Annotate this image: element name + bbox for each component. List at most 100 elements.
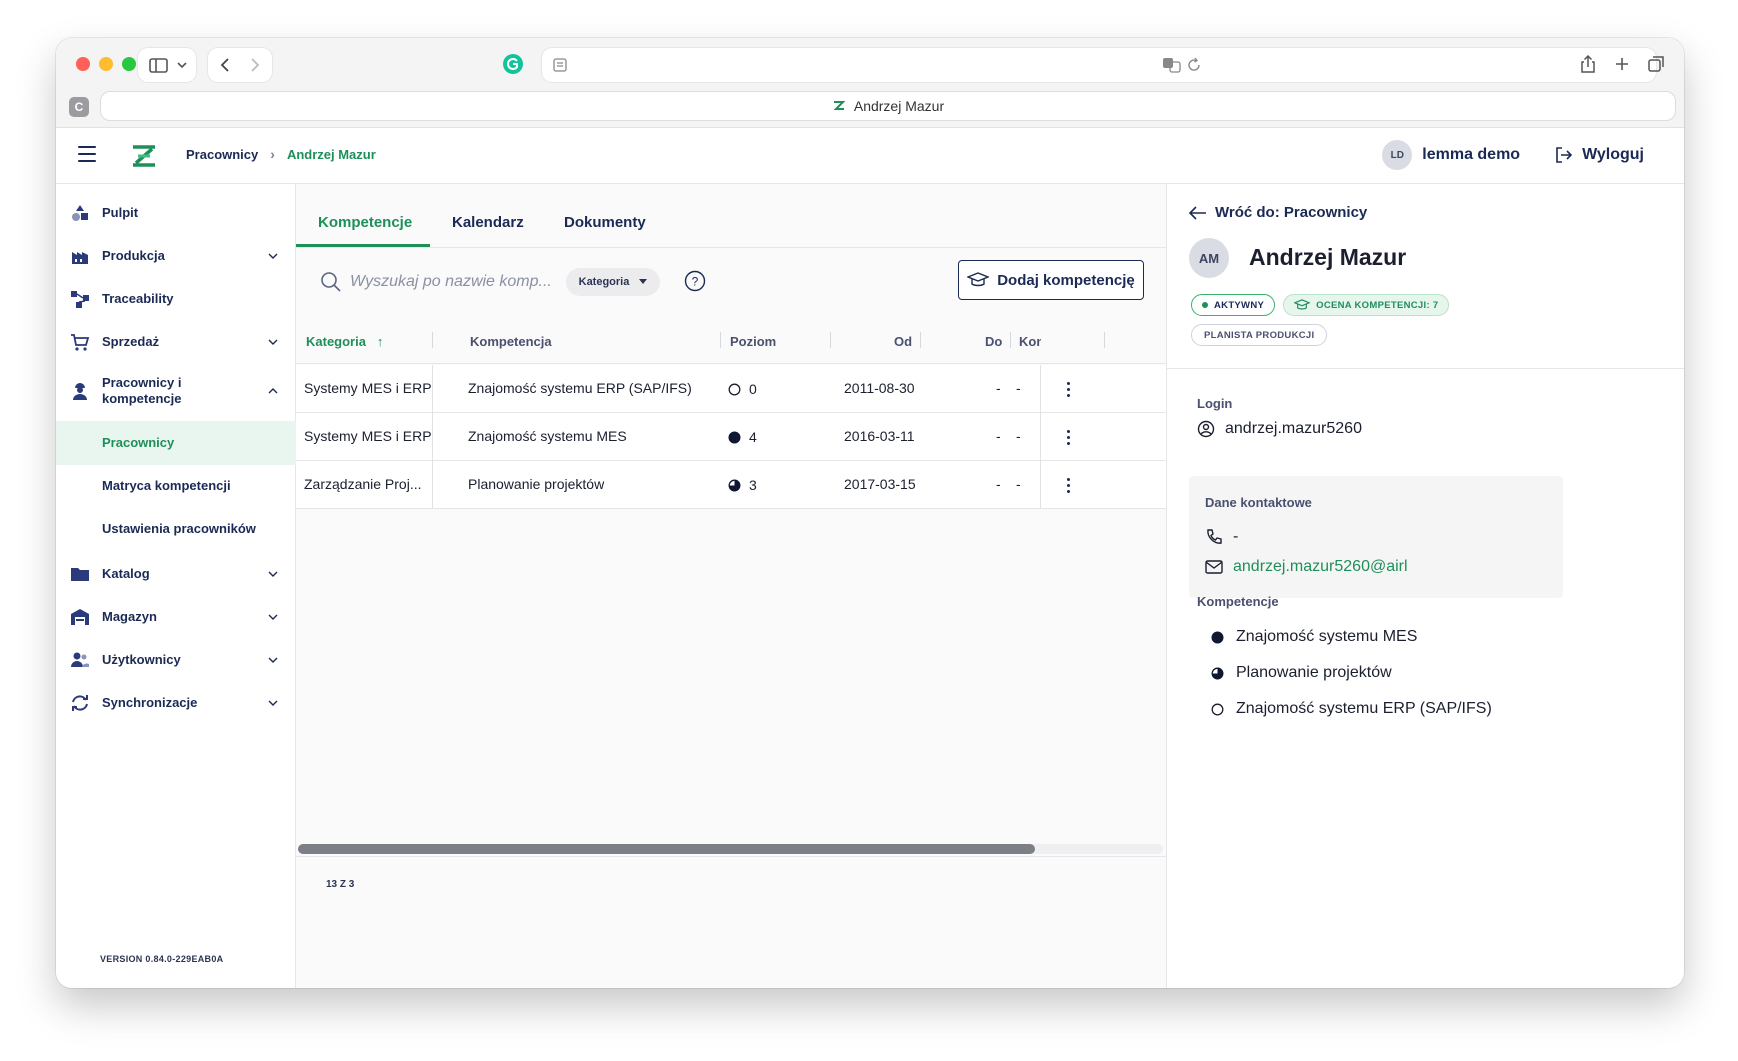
column-header-do[interactable]: Do	[985, 334, 1002, 349]
tab-kompetencje[interactable]: Kompetencje	[318, 214, 412, 243]
column-divider	[1040, 461, 1041, 509]
share-icon[interactable]	[1576, 48, 1600, 80]
search-input[interactable]	[350, 273, 550, 291]
translate-icon[interactable]	[1162, 56, 1182, 74]
competence-item: Znajomość systemu ERP (SAP/IFS)	[1211, 700, 1492, 718]
add-competence-button[interactable]: Dodaj kompetencję	[958, 260, 1144, 300]
column-header-kompetencja[interactable]: Kompetencja	[470, 334, 552, 349]
employee-badges: AKTYWNY OCENA KOMPETENCJI: 7	[1191, 294, 1450, 316]
tab-dokumenty[interactable]: Dokumenty	[564, 214, 646, 243]
scrollbar-thumb[interactable]	[298, 844, 1035, 854]
column-header-od[interactable]: Od	[894, 334, 912, 349]
app-logo[interactable]	[130, 142, 158, 170]
sidebar-subitem-pracownicy[interactable]: Pracownicy	[56, 421, 296, 465]
column-divider[interactable]	[830, 332, 831, 348]
sidebar-item-sprzedaz[interactable]: Sprzedaż	[56, 322, 296, 362]
page-tab-title: Andrzej Mazur	[853, 98, 945, 114]
sidebar-item-traceability[interactable]: Traceability	[56, 279, 296, 319]
level-full-icon	[728, 431, 741, 443]
back-arrow-icon[interactable]	[220, 58, 229, 72]
graduation-cap-icon	[1294, 299, 1311, 310]
svg-text:?: ?	[692, 275, 699, 289]
main-content: Kompetencje Kalendarz Dokumenty Kategori…	[296, 184, 1167, 988]
app-header: Pracownicy › Andrzej Mazur LD lemma demo…	[56, 128, 1684, 184]
column-header-kon[interactable]: Kon	[1019, 334, 1041, 349]
new-tab-plus-icon[interactable]	[1610, 48, 1634, 80]
logout-icon	[1556, 147, 1573, 163]
email-link[interactable]: andrzej.mazur5260@airl	[1233, 558, 1415, 576]
user-avatar[interactable]: LD	[1382, 140, 1413, 170]
menu-icon[interactable]	[78, 146, 96, 162]
forward-arrow-icon[interactable]	[251, 58, 260, 72]
sidebar-item-katalog[interactable]: Katalog	[56, 554, 296, 594]
sidebar-item-produkcja[interactable]: Produkcja	[56, 236, 296, 276]
reader-icon[interactable]	[552, 57, 568, 73]
competence-item: Planowanie projektów	[1211, 664, 1392, 682]
chevron-down-icon	[268, 657, 278, 663]
tab-bar: Kompetencje Kalendarz Dokumenty	[296, 184, 1166, 248]
tab-overview-icon[interactable]	[1644, 48, 1668, 80]
column-divider[interactable]	[720, 332, 721, 348]
back-link[interactable]: Wróć do: Pracownicy	[1189, 204, 1367, 221]
contact-label: Dane kontaktowe	[1205, 495, 1312, 510]
cell-kon: -	[1016, 428, 1021, 444]
cell-kategoria: Systemy MES i ERP	[304, 428, 432, 444]
phone-row: -	[1205, 528, 1238, 546]
chevron-down-icon	[268, 614, 278, 620]
category-filter-dropdown[interactable]: Kategoria	[566, 268, 660, 296]
cell-kon: -	[1016, 380, 1021, 396]
row-actions-kebab-icon[interactable]	[1058, 379, 1078, 399]
grammarly-extension-icon[interactable]	[500, 48, 526, 80]
maximize-window-button[interactable]	[122, 57, 136, 71]
logout-button[interactable]: Wyloguj	[1554, 146, 1644, 164]
logout-label: Wyloguj	[1582, 146, 1644, 163]
phone-value: -	[1233, 528, 1239, 545]
column-divider[interactable]	[1010, 332, 1011, 348]
column-header-kategoria[interactable]: Kategoria ↑	[306, 334, 383, 349]
row-actions-kebab-icon[interactable]	[1058, 475, 1078, 495]
window-controls	[76, 57, 136, 71]
table-row[interactable]: Systemy MES i ERP Znajomość systemu MES …	[296, 413, 1166, 461]
breadcrumb-current: Andrzej Mazur	[286, 146, 376, 162]
network-icon	[71, 291, 89, 308]
table-row[interactable]: Zarządzanie Proj... Planowanie projektów…	[296, 461, 1166, 509]
sidebar-item-uzytkownicy[interactable]: Użytkownicy	[56, 640, 296, 680]
row-actions-kebab-icon[interactable]	[1058, 427, 1078, 447]
column-divider[interactable]	[920, 332, 921, 348]
sort-ascending-icon: ↑	[376, 334, 384, 349]
role-badge: PLANISTA PRODUKCJI	[1191, 324, 1328, 346]
cell-poziom: 3	[728, 477, 757, 493]
sidebar: Pulpit Produkcja Traceability Sprzedaż P…	[56, 184, 296, 988]
reload-icon[interactable]	[1186, 57, 1202, 73]
column-divider	[432, 461, 433, 509]
column-divider	[432, 365, 433, 413]
user-name[interactable]: lemma demo	[1422, 146, 1520, 164]
shapes-icon	[72, 205, 88, 221]
sidebar-subitem-ustawienia[interactable]: Ustawienia pracowników	[56, 507, 296, 551]
address-bar[interactable]: Andrzej Mazur	[100, 91, 1676, 121]
close-window-button[interactable]	[76, 57, 90, 71]
level-empty-icon	[1211, 703, 1224, 715]
horizontal-scrollbar[interactable]	[298, 844, 1163, 854]
sidebar-item-pulpit[interactable]: Pulpit	[56, 193, 296, 233]
sidebar-item-synchronizacje[interactable]: Synchronizacje	[56, 683, 296, 723]
sidebar-toggle-button[interactable]	[138, 48, 196, 82]
table-row[interactable]: Systemy MES i ERP Znajomość systemu ERP …	[296, 365, 1166, 413]
folder-icon	[71, 568, 89, 581]
help-icon[interactable]: ?	[684, 270, 706, 292]
divider	[1167, 368, 1684, 369]
minimize-window-button[interactable]	[99, 57, 113, 71]
employee-name: Andrzej Mazur	[1249, 244, 1407, 270]
column-divider[interactable]	[432, 332, 433, 348]
column-divider[interactable]	[1104, 332, 1105, 348]
mail-icon	[1205, 560, 1223, 574]
search-icon	[321, 272, 341, 292]
status-badge: AKTYWNY	[1191, 294, 1276, 316]
column-header-poziom[interactable]: Poziom	[730, 334, 776, 349]
sidebar-subitem-matryca[interactable]: Matryca kompetencji	[56, 464, 296, 508]
sidebar-item-pracownicy-kompetencje[interactable]: Pracownicy i kompetencje	[56, 366, 296, 416]
cell-do: -	[996, 428, 1001, 444]
breadcrumb-pracownicy[interactable]: Pracownicy	[186, 147, 258, 162]
tab-kalendarz[interactable]: Kalendarz	[452, 214, 524, 243]
sidebar-item-magazyn[interactable]: Magazyn	[56, 597, 296, 637]
